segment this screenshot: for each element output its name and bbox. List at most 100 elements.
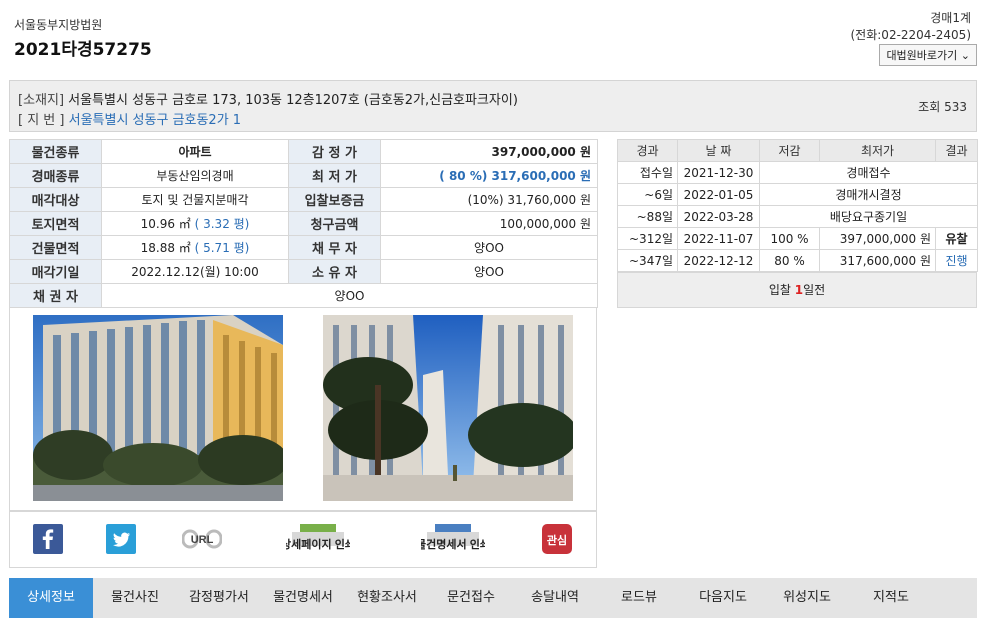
location-line: [소재지] 서울특별시 성동구 금호로 173, 103동 12층1207호 (… xyxy=(18,89,518,108)
date: 2022-12-12 xyxy=(677,249,760,272)
interest-label: 관심 xyxy=(547,533,567,547)
table-row: ~88일 2022-03-28 배당요구종기일 xyxy=(617,205,978,228)
info-key: 청구금액 xyxy=(288,211,381,236)
tab-cadastral[interactable]: 지적도 xyxy=(849,578,933,618)
result: 진행 xyxy=(935,249,978,272)
url-copy-button[interactable]: URL xyxy=(181,526,223,555)
interest-button[interactable]: 관심 xyxy=(542,524,572,557)
info-key: 채 무 자 xyxy=(288,235,381,260)
tab-documents[interactable]: 문건접수 xyxy=(429,578,513,618)
table-row: 접수일 2021-12-30 경매접수 xyxy=(617,161,978,184)
table-row: ~347일 2022-12-12 80 % 317,600,000 원 진행 xyxy=(617,249,978,272)
lot-link[interactable]: 서울특별시 성동구 금호동2가 1 xyxy=(69,113,241,128)
col-header: 최저가 xyxy=(819,139,936,162)
facebook-icon xyxy=(33,524,63,554)
elapsed: 접수일 xyxy=(617,161,678,184)
tab-detail-info[interactable]: 상세정보 xyxy=(9,578,93,618)
view-count: 조회 533 xyxy=(918,98,967,115)
result: 유찰 xyxy=(935,227,978,250)
sale-date: 2022.12.12(월) 10:00 xyxy=(101,259,289,284)
location-value: 서울특별시 성동구 금호로 173, 103동 12층1207호 (금호동2가,… xyxy=(68,93,518,108)
tab-survey[interactable]: 현황조사서 xyxy=(345,578,429,618)
elapsed: ~88일 xyxy=(617,205,678,228)
price: 397,000,000 원 xyxy=(819,227,936,250)
claim-amount: 100,000,000 원 xyxy=(380,211,598,236)
table-row: 토지면적 10.96 ㎡ ( 3.32 평) 청구금액 100,000,000 … xyxy=(9,211,598,236)
date: 2022-01-05 xyxy=(677,183,760,206)
print-detail-button[interactable]: 상세페이지 인쇄 xyxy=(281,522,355,565)
case-number: 2021타경57275 xyxy=(14,40,152,60)
facebook-share-button[interactable] xyxy=(33,524,63,557)
rate: 100 % xyxy=(759,227,820,250)
event: 경매접수 xyxy=(759,161,978,184)
tab-photos[interactable]: 물건사진 xyxy=(93,578,177,618)
court-name: 서울동부지방법원 xyxy=(14,18,103,32)
header: 서울동부지방법원 2021타경57275 경매1계 (전화:02-2204-24… xyxy=(0,0,989,75)
view-count-label: 조회 xyxy=(918,100,941,114)
print-icon: 물건명세서 인쇄 xyxy=(416,524,490,551)
sale-target: 토지 및 건물지분매각 xyxy=(101,187,289,212)
tab-appraisal[interactable]: 감정평가서 xyxy=(177,578,261,618)
date: 2021-12-30 xyxy=(677,161,760,184)
tab-specification[interactable]: 물건명세서 xyxy=(261,578,345,618)
print-detail-label: 상세페이지 인쇄 xyxy=(286,537,350,551)
date: 2022-11-07 xyxy=(677,227,760,250)
info-key: 건물면적 xyxy=(9,235,102,260)
table-row: 물건종류 아파트 감 정 가 397,000,000 원 xyxy=(9,139,598,164)
tab-satellite[interactable]: 위성지도 xyxy=(765,578,849,618)
print-spec-label: 물건명세서 인쇄 xyxy=(421,537,485,551)
info-key: 감 정 가 xyxy=(288,139,381,164)
appraisal-price: 397,000,000 원 xyxy=(380,139,598,164)
land-area-sqm: 10.96 ㎡ xyxy=(140,217,191,231)
view-count-value: 533 xyxy=(944,100,967,114)
owner: 양OO xyxy=(380,259,598,284)
elapsed: ~312일 xyxy=(617,227,678,250)
table-row: 매각대상 토지 및 건물지분매각 입찰보증금 (10%) 31,760,000 … xyxy=(9,187,598,212)
tab-roadview[interactable]: 로드뷰 xyxy=(597,578,681,618)
building-area-pyeong: ( 5.71 평) xyxy=(194,241,250,255)
debtor: 양OO xyxy=(380,235,598,260)
bid-deposit: (10%) 31,760,000 원 xyxy=(380,187,598,212)
property-type: 아파트 xyxy=(101,139,289,164)
col-header: 날 짜 xyxy=(677,139,760,162)
info-key: 최 저 가 xyxy=(288,163,381,188)
event: 배당요구종기일 xyxy=(759,205,978,228)
property-info-table: 물건종류 아파트 감 정 가 397,000,000 원 경매종류 부동산임의경… xyxy=(9,139,598,308)
dept-info: 경매1계 (전화:02-2204-2405) xyxy=(851,10,972,44)
twitter-share-button[interactable] xyxy=(106,524,136,557)
court-shortcut-select[interactable]: 대법원바로가기 ⌄ xyxy=(879,44,977,66)
print-icon: 상세페이지 인쇄 xyxy=(281,524,355,551)
table-row: ~6일 2022-01-05 경매개시결정 xyxy=(617,183,978,206)
location-label: [소재지] xyxy=(18,93,65,108)
info-key: 매각기일 xyxy=(9,259,102,284)
col-header: 경과 xyxy=(617,139,678,162)
event: 경매개시결정 xyxy=(759,183,978,206)
info-key: 경매종류 xyxy=(9,163,102,188)
dept-phone: (전화:02-2204-2405) xyxy=(850,28,972,42)
land-area-pyeong: ( 3.32 평) xyxy=(194,217,250,231)
tab-daum-map[interactable]: 다음지도 xyxy=(681,578,765,618)
property-photo-1[interactable] xyxy=(33,315,283,501)
auction-type: 부동산임의경매 xyxy=(101,163,289,188)
info-key: 매각대상 xyxy=(9,187,102,212)
lot-label: [ 지 번 ] xyxy=(18,113,65,128)
photo-area xyxy=(9,307,597,511)
lot-line: [ 지 번 ] 서울특별시 성동구 금호동2가 1 xyxy=(18,109,241,128)
building-area: 18.88 ㎡ ( 5.71 평) xyxy=(101,235,289,260)
svg-text:URL: URL xyxy=(191,534,214,546)
property-photo-2[interactable] xyxy=(323,315,573,501)
detail-tabs: 상세정보 물건사진 감정평가서 물건명세서 현황조사서 문건접수 송달내역 로드… xyxy=(9,578,977,618)
info-key: 물건종류 xyxy=(9,139,102,164)
info-key: 입찰보증금 xyxy=(288,187,381,212)
land-area: 10.96 ㎡ ( 3.32 평) xyxy=(101,211,289,236)
minimum-price: ( 80 %) 317,600,000 원 xyxy=(380,163,598,188)
table-header: 경과 날 짜 저감 최저가 결과 xyxy=(617,139,978,162)
table-row: 매각기일 2022.12.12(월) 10:00 소 유 자 양OO xyxy=(9,259,598,284)
tab-delivery[interactable]: 송달내역 xyxy=(513,578,597,618)
bid-countdown-pre: 입찰 xyxy=(768,283,791,297)
elapsed: ~347일 xyxy=(617,249,678,272)
print-spec-button[interactable]: 물건명세서 인쇄 xyxy=(416,522,490,565)
building-area-sqm: 18.88 ㎡ xyxy=(140,241,191,255)
table-row: 채 권 자 양OO xyxy=(9,283,598,308)
elapsed: ~6일 xyxy=(617,183,678,206)
